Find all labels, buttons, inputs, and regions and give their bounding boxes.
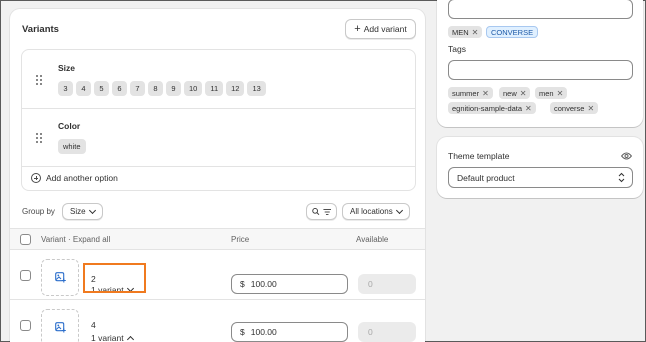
close-icon[interactable]: ✕ [587,104,594,113]
add-image-button[interactable] [41,309,79,342]
option-value: 11 [205,81,224,96]
chevron-up-icon [126,335,134,342]
tag-label: men [539,88,554,98]
available-input: 0 [358,322,416,342]
table-row[interactable]: 4 1 variant $ 100.00 0 [10,300,425,342]
eye-icon[interactable] [621,152,632,160]
option-value: 7 [130,81,145,96]
locations-value: All locations [350,207,393,216]
table-header: Variant · Expand all Price Available [10,228,425,250]
drag-handle-icon[interactable] [36,133,42,143]
add-option-row[interactable]: Add another option [22,167,415,191]
price-input[interactable]: $ 100.00 [231,322,348,342]
select-all-checkbox[interactable] [20,234,31,245]
tag-label: summer [452,88,480,98]
tag-label: converse [554,103,585,113]
select-arrows-icon [618,172,625,183]
option-value: 9 [166,81,181,96]
collections-input[interactable] [448,0,633,19]
theme-template-card: Theme template Default product [437,137,643,198]
option-value: 13 [247,81,266,96]
option-value: 4 [76,81,91,96]
option-value: white [58,139,86,154]
plus-icon: + [354,22,361,35]
option-name: Size [58,63,76,73]
variants-card: Variants + Add variant Size 3 4 5 6 7 8 … [10,9,425,342]
close-icon[interactable]: ✕ [482,89,489,98]
available-value: 0 [368,327,373,337]
group-by-select[interactable]: Size [62,203,103,220]
tag-chip: new ✕ [499,87,531,99]
tag-label: MEN [452,27,469,37]
row-checkbox[interactable] [20,320,31,331]
highlight-box [83,263,146,293]
options-box: Size 3 4 5 6 7 8 9 10 11 12 13 Color whi… [21,49,416,191]
tags-card: MEN ✕ CONVERSE Tags summer ✕ new ✕ men ✕… [437,0,643,127]
tag-chip: summer ✕ [448,87,493,99]
tag-chip: men ✕ [535,87,568,99]
tag-chip: MEN ✕ [448,26,483,38]
chevron-down-icon [88,206,96,214]
add-option-label: Add another option [46,173,118,183]
tag-label: CONVERSE [491,27,534,37]
add-variant-button[interactable]: + Add variant [345,19,416,39]
variants-title: Variants [22,24,59,35]
group-by-label: Group by [22,207,55,216]
available-input: 0 [358,274,416,294]
currency-symbol: $ [240,279,245,289]
tags-input[interactable] [448,60,633,80]
close-icon[interactable]: ✕ [472,28,479,37]
image-add-icon [54,322,66,333]
available-value: 0 [368,279,373,289]
filter-icon [322,208,331,215]
circle-plus-icon [31,173,41,183]
price-value: 100.00 [250,327,277,337]
close-icon[interactable]: ✕ [557,89,564,98]
tags-label: Tags [448,44,466,54]
add-another-option-button[interactable]: Add another option [31,173,118,183]
theme-template-select[interactable]: Default product [448,167,633,188]
col-variant[interactable]: Variant · Expand all [41,235,110,244]
tag-chip: CONVERSE [486,26,539,38]
search-icon [312,208,320,216]
chevron-down-icon [395,206,403,214]
add-variant-label: Add variant [363,24,407,34]
option-name: Color [58,121,81,131]
option-values: white [58,139,86,154]
close-icon[interactable]: ✕ [520,89,527,98]
group-by-value: Size [70,207,86,216]
row-checkbox[interactable] [20,270,31,281]
option-value: 8 [148,81,163,96]
option-value: 6 [112,81,127,96]
tag-chip: egnition-sample-data ✕ [448,102,536,114]
option-row-color: Color white [22,109,415,167]
price-input[interactable]: $ 100.00 [231,274,348,294]
option-value: 12 [226,81,245,96]
option-value: 5 [94,81,109,96]
tag-chip: converse ✕ [550,102,599,114]
col-available: Available [356,235,389,244]
option-values: 3 4 5 6 7 8 9 10 11 12 13 [58,81,266,96]
option-value: 3 [58,81,73,96]
tag-label: new [503,88,517,98]
theme-template-value: Default product [457,172,515,183]
table-row[interactable]: 2 1 variant $ 100.00 0 [10,250,425,300]
search-filter-button[interactable] [306,203,337,220]
variant-expand-toggle[interactable]: 1 variant [91,333,134,342]
tag-label: egnition-sample-data [452,103,523,113]
locations-select[interactable]: All locations [342,203,410,220]
add-image-button[interactable] [41,259,79,296]
option-row-size: Size 3 4 5 6 7 8 9 10 11 12 13 [22,50,415,109]
drag-handle-icon[interactable] [36,75,42,85]
variant-count: 1 variant [91,333,124,342]
currency-symbol: $ [240,327,245,337]
variant-name: 4 [91,320,96,330]
option-value: 10 [184,81,203,96]
image-add-icon [54,272,66,283]
price-value: 100.00 [250,279,277,289]
close-icon[interactable]: ✕ [525,104,532,113]
col-price: Price [231,235,250,244]
theme-template-label: Theme template [448,151,510,161]
